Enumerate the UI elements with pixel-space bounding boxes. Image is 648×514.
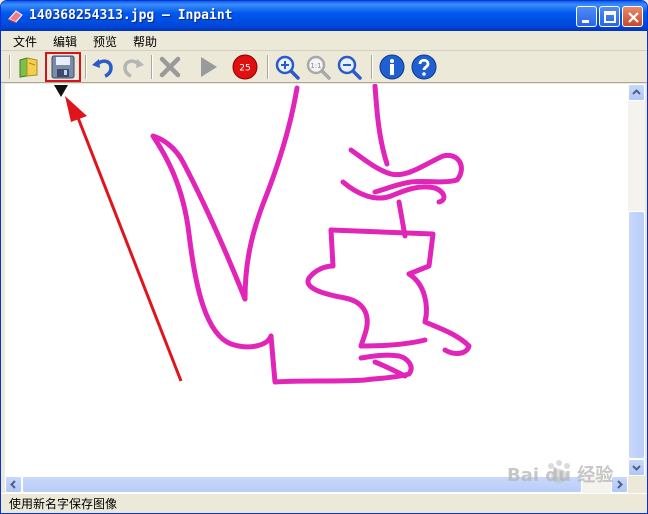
title-bar[interactable]: 140368254313.jpg — Inpaint bbox=[1, 1, 647, 31]
menu-preview[interactable]: 预览 bbox=[93, 33, 117, 50]
chevron-left-icon bbox=[10, 480, 16, 489]
scrollbar-corner bbox=[628, 476, 645, 493]
toolbar-separator bbox=[371, 55, 373, 79]
help-button[interactable] bbox=[410, 53, 438, 81]
zoom-actual-button[interactable]: 1:1 bbox=[304, 53, 332, 81]
status-text: 使用新名字保存图像 bbox=[9, 497, 118, 511]
menu-edit[interactable]: 编辑 bbox=[53, 33, 77, 50]
undo-icon bbox=[92, 59, 113, 78]
maximize-icon bbox=[604, 11, 616, 23]
menu-file[interactable]: 文件 bbox=[13, 33, 37, 50]
zoom-in-button[interactable] bbox=[273, 53, 301, 81]
chevron-down-icon bbox=[632, 465, 641, 471]
vertical-scroll-thumb[interactable] bbox=[628, 211, 645, 459]
image-canvas[interactable] bbox=[5, 84, 628, 476]
pointer-marker-icon bbox=[54, 85, 68, 97]
undo-button[interactable] bbox=[89, 53, 117, 81]
info-button[interactable] bbox=[378, 53, 406, 81]
brush-size-icon: 25 bbox=[232, 54, 258, 80]
chevron-up-icon bbox=[632, 89, 641, 95]
run-button[interactable] bbox=[194, 53, 222, 81]
open-icon bbox=[19, 57, 38, 78]
status-bar: 使用新名字保存图像 bbox=[1, 493, 647, 513]
eraser-app-icon bbox=[8, 10, 23, 23]
info-icon bbox=[379, 54, 405, 80]
brush-size-label: 25 bbox=[239, 64, 250, 74]
watermark-text: Bai du 经验 bbox=[507, 465, 614, 486]
save-icon bbox=[51, 55, 75, 79]
delete-button[interactable] bbox=[156, 53, 184, 81]
zoom-actual-icon: 1:1 bbox=[306, 55, 331, 80]
run-icon bbox=[201, 57, 217, 77]
zoom-out-button[interactable] bbox=[335, 53, 363, 81]
menu-bar: 文件 编辑 预览 帮助 bbox=[1, 31, 647, 51]
close-icon bbox=[628, 12, 639, 23]
maximize-button[interactable] bbox=[599, 6, 620, 27]
scroll-left-button[interactable] bbox=[5, 476, 22, 493]
app-window: 140368254313.jpg — Inpaint 文件 编辑 预览 帮助 2… bbox=[0, 0, 648, 514]
redo-button[interactable] bbox=[119, 53, 147, 81]
brush-size-button[interactable]: 25 bbox=[231, 53, 259, 81]
toolbar-separator bbox=[9, 55, 11, 79]
zoom-actual-label: 1:1 bbox=[310, 62, 321, 70]
window-title: 140368254313.jpg — Inpaint bbox=[29, 8, 233, 23]
minimize-button[interactable] bbox=[576, 6, 597, 27]
scroll-up-button[interactable] bbox=[628, 84, 645, 101]
minimize-icon bbox=[582, 20, 589, 23]
image-drawing bbox=[65, 84, 472, 385]
open-button[interactable] bbox=[15, 53, 43, 81]
toolbar-separator bbox=[151, 55, 153, 79]
toolbar-separator bbox=[85, 55, 87, 79]
toolbar: 25 1:1 bbox=[1, 51, 647, 83]
zoom-in-icon bbox=[275, 55, 300, 80]
toolbar-separator bbox=[267, 55, 269, 79]
save-button[interactable] bbox=[45, 52, 81, 82]
vertical-scrollbar[interactable] bbox=[628, 84, 645, 476]
help-icon bbox=[411, 54, 437, 80]
zoom-out-icon bbox=[337, 55, 362, 80]
close-button[interactable] bbox=[622, 6, 643, 27]
delete-icon bbox=[159, 56, 181, 78]
scroll-down-button[interactable] bbox=[628, 459, 645, 476]
horizontal-scroll-thumb[interactable] bbox=[22, 476, 582, 493]
menu-help[interactable]: 帮助 bbox=[133, 33, 157, 50]
redo-icon bbox=[123, 59, 144, 78]
